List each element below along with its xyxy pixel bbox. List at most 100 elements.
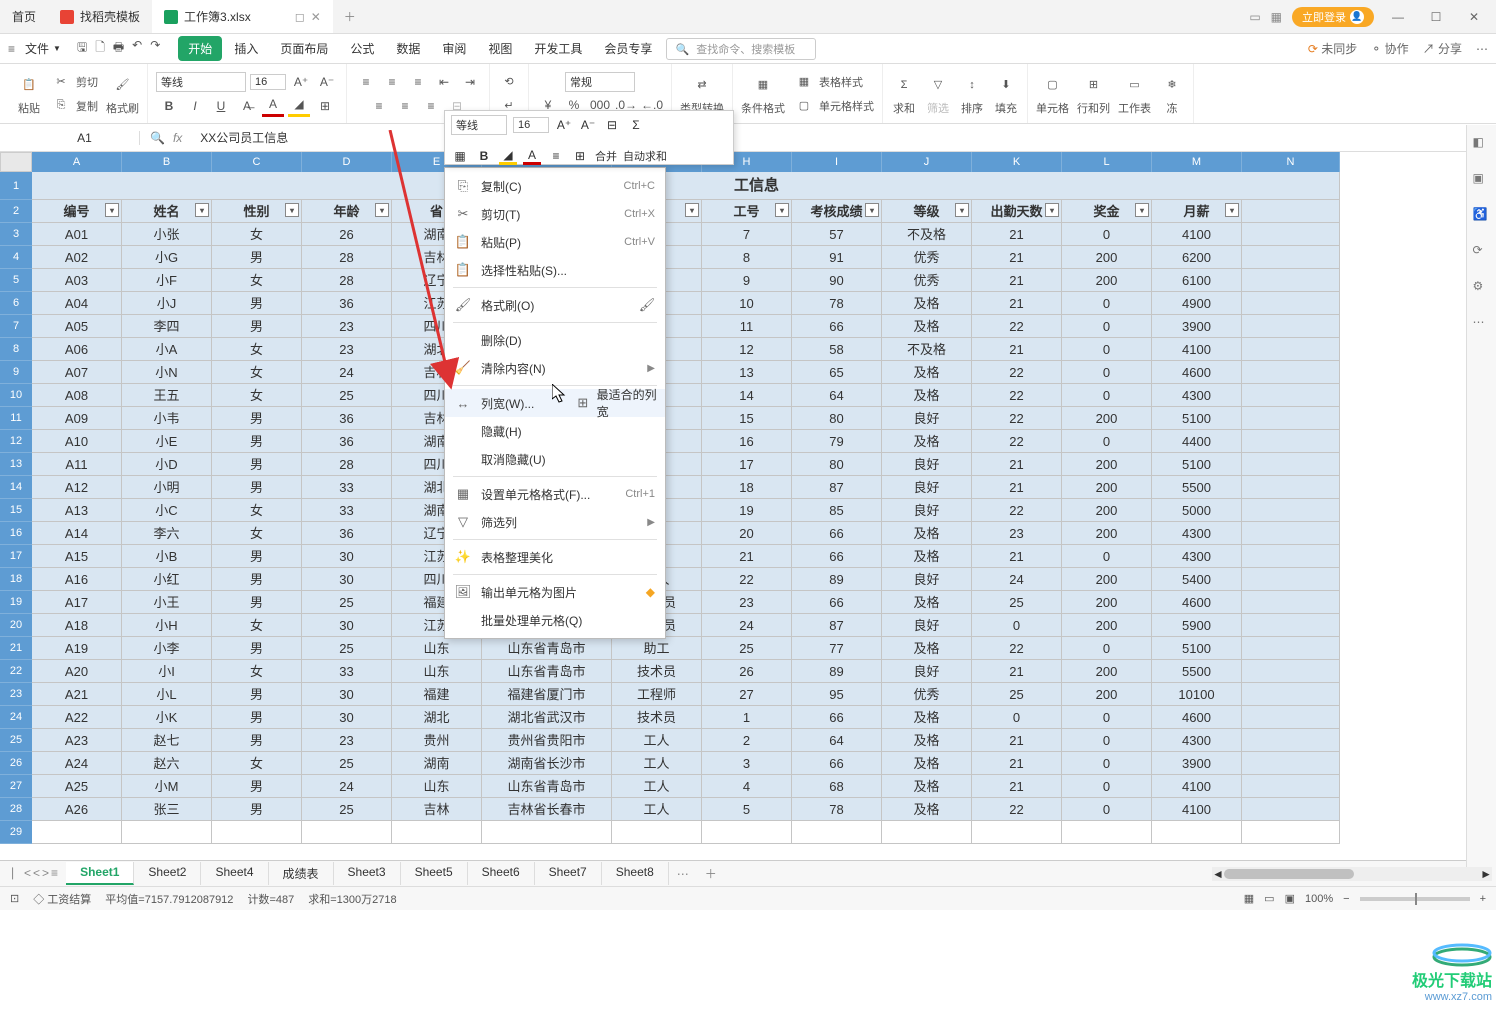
font-size-select[interactable]: 16 xyxy=(250,74,286,90)
data-cell[interactable]: 0 xyxy=(1062,706,1152,729)
grid-icon[interactable]: ▦ xyxy=(1271,10,1282,24)
sheet-tab[interactable]: Sheet4 xyxy=(201,862,268,885)
data-cell[interactable]: 小L xyxy=(122,683,212,706)
fx-icon[interactable]: fx xyxy=(173,131,182,145)
data-cell[interactable]: 小李 xyxy=(122,637,212,660)
data-cell[interactable] xyxy=(1242,430,1340,453)
col-header[interactable]: J xyxy=(882,152,972,172)
data-cell[interactable] xyxy=(1242,775,1340,798)
data-cell[interactable]: 4100 xyxy=(1152,798,1242,821)
menu-item[interactable]: 🧹清除内容(N)▶ xyxy=(445,354,665,382)
data-cell[interactable]: 4300 xyxy=(1152,522,1242,545)
data-cell[interactable]: 21 xyxy=(972,269,1062,292)
layout-icon[interactable]: ▭ xyxy=(1249,10,1260,24)
tab-start[interactable]: 开始 xyxy=(178,36,222,61)
data-cell[interactable]: 36 xyxy=(302,430,392,453)
data-cell[interactable]: 90 xyxy=(792,269,882,292)
data-cell[interactable] xyxy=(1242,614,1340,637)
side-backup-icon[interactable]: ⟳ xyxy=(1473,243,1491,261)
data-cell[interactable]: 36 xyxy=(302,407,392,430)
data-cell[interactable]: 男 xyxy=(212,476,302,499)
horizontal-scrollbar[interactable]: ◄ ► xyxy=(1212,867,1492,881)
data-cell[interactable]: 200 xyxy=(1062,407,1152,430)
empty-cell[interactable] xyxy=(792,821,882,844)
data-cell[interactable]: 13 xyxy=(702,361,792,384)
data-cell[interactable]: 5000 xyxy=(1152,499,1242,522)
header-cell[interactable]: 出勤天数▾ xyxy=(972,200,1062,223)
empty-cell[interactable] xyxy=(32,821,122,844)
data-cell[interactable]: 4100 xyxy=(1152,338,1242,361)
menu-item[interactable]: 🖌格式刷(O)🖌 xyxy=(445,291,665,319)
data-cell[interactable]: 21 xyxy=(972,660,1062,683)
data-cell[interactable]: 助工 xyxy=(612,637,702,660)
data-cell[interactable] xyxy=(1242,660,1340,683)
tab-workbook[interactable]: 工作簿3.xlsx ◻ ✕ xyxy=(152,0,333,33)
sheet-next-icon[interactable]: > xyxy=(42,866,49,881)
data-cell[interactable]: 工人 xyxy=(612,798,702,821)
empty-cell[interactable] xyxy=(702,821,792,844)
data-cell[interactable]: 200 xyxy=(1062,614,1152,637)
menu-item[interactable]: ▦设置单元格格式(F)...Ctrl+1 xyxy=(445,480,665,508)
menu-item[interactable]: ⎘复制(C)Ctrl+C xyxy=(445,172,665,200)
mini-autosum-label[interactable]: 自动求和 xyxy=(623,148,667,164)
data-cell[interactable]: 18 xyxy=(702,476,792,499)
underline-icon[interactable]: U xyxy=(210,95,232,117)
login-button[interactable]: 立即登录 👤 xyxy=(1292,7,1374,27)
header-cell[interactable]: 姓名▾ xyxy=(122,200,212,223)
header-cell[interactable]: 编号▾ xyxy=(32,200,122,223)
row-header[interactable]: 24 xyxy=(0,706,32,729)
data-cell[interactable] xyxy=(1242,315,1340,338)
mini-merge-icon[interactable]: ⊟ xyxy=(603,116,621,134)
tab-view[interactable]: 视图 xyxy=(478,36,522,61)
data-cell[interactable]: 80 xyxy=(792,453,882,476)
data-cell[interactable]: 湖南 xyxy=(392,752,482,775)
data-cell[interactable]: 30 xyxy=(302,683,392,706)
data-cell[interactable]: 4400 xyxy=(1152,430,1242,453)
data-cell[interactable]: 21 xyxy=(972,729,1062,752)
data-cell[interactable]: 30 xyxy=(302,545,392,568)
col-header[interactable]: L xyxy=(1062,152,1152,172)
data-cell[interactable]: 26 xyxy=(702,660,792,683)
data-cell[interactable]: 78 xyxy=(792,798,882,821)
data-cell[interactable]: 山东 xyxy=(392,637,482,660)
data-cell[interactable]: A09 xyxy=(32,407,122,430)
data-cell[interactable]: 及格 xyxy=(882,361,972,384)
menu-item[interactable]: 删除(D) xyxy=(445,326,665,354)
data-cell[interactable]: 33 xyxy=(302,660,392,683)
data-cell[interactable]: 58 xyxy=(792,338,882,361)
tab-add[interactable]: ＋ xyxy=(333,0,367,33)
data-cell[interactable]: 23 xyxy=(302,315,392,338)
data-cell[interactable]: 200 xyxy=(1062,246,1152,269)
bold-icon[interactable]: B xyxy=(158,95,180,117)
view-reading-icon[interactable]: ▣ xyxy=(1285,892,1295,905)
data-cell[interactable]: 8 xyxy=(702,246,792,269)
row-header[interactable]: 18 xyxy=(0,568,32,591)
data-cell[interactable]: 男 xyxy=(212,798,302,821)
data-cell[interactable]: 2 xyxy=(702,729,792,752)
empty-cell[interactable] xyxy=(212,821,302,844)
data-cell[interactable]: 4300 xyxy=(1152,384,1242,407)
row-header[interactable]: 15 xyxy=(0,499,32,522)
filter-icon[interactable]: ▾ xyxy=(955,203,969,217)
data-cell[interactable]: 21 xyxy=(972,292,1062,315)
menu-item[interactable]: 隐藏(H) xyxy=(445,417,665,445)
share-button[interactable]: ↗ 分享 xyxy=(1423,40,1462,57)
row-header[interactable]: 17 xyxy=(0,545,32,568)
data-cell[interactable]: 女 xyxy=(212,384,302,407)
data-cell[interactable]: 工人 xyxy=(612,729,702,752)
data-cell[interactable] xyxy=(1242,568,1340,591)
sheet-tab[interactable]: Sheet5 xyxy=(401,862,468,885)
data-cell[interactable]: 小明 xyxy=(122,476,212,499)
col-header[interactable]: A xyxy=(32,152,122,172)
menu-sub-item[interactable]: ⊞最适合的列宽 xyxy=(575,386,667,420)
filter-icon[interactable]: ▾ xyxy=(285,203,299,217)
data-cell[interactable]: 及格 xyxy=(882,292,972,315)
data-cell[interactable]: A21 xyxy=(32,683,122,706)
row-header[interactable]: 23 xyxy=(0,683,32,706)
data-cell[interactable]: 0 xyxy=(1062,315,1152,338)
empty-cell[interactable] xyxy=(612,821,702,844)
data-cell[interactable]: 22 xyxy=(972,315,1062,338)
row-header[interactable]: 20 xyxy=(0,614,32,637)
filter-icon[interactable]: ▾ xyxy=(1135,203,1149,217)
data-cell[interactable]: 王五 xyxy=(122,384,212,407)
